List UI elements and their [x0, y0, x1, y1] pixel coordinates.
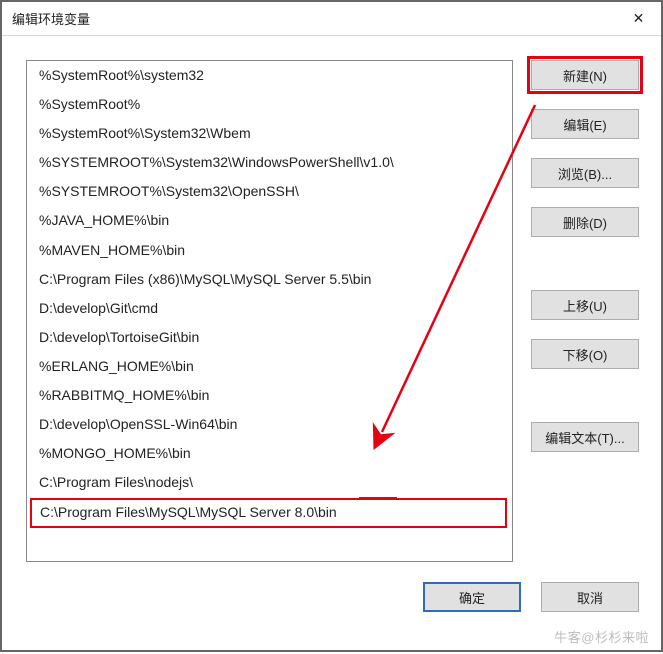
moveup-button[interactable]: 上移(U) [531, 290, 639, 320]
title-bar: 编辑环境变量 ✕ [2, 2, 661, 36]
path-list-item[interactable]: %SystemRoot% [27, 90, 512, 119]
cancel-button[interactable]: 取消 [541, 582, 639, 612]
ok-button[interactable]: 确定 [423, 582, 521, 612]
path-list-item[interactable]: %SystemRoot%\system32 [27, 61, 512, 90]
path-list-item[interactable]: D:\develop\Git\cmd [27, 294, 512, 323]
edittext-button[interactable]: 编辑文本(T)... [531, 422, 639, 452]
content-area: %SystemRoot%\system32%SystemRoot%%System… [2, 36, 661, 582]
path-list-item[interactable]: C:\Program Files\MySQL\MySQL Server 8.0\… [30, 498, 507, 527]
window-title: 编辑环境变量 [12, 9, 90, 28]
path-list-item[interactable]: C:\Program Files (x86)\MySQL\MySQL Serve… [27, 265, 512, 294]
path-list-item[interactable]: C:\Program Files\nodejs\ [27, 468, 512, 497]
path-list-item[interactable]: %SYSTEMROOT%\System32\WindowsPowerShell\… [27, 148, 512, 177]
bottom-bar: 确定 取消 [2, 582, 661, 636]
new-button[interactable]: 新建(N) [531, 60, 639, 90]
movedown-button[interactable]: 下移(O) [531, 339, 639, 369]
edit-button[interactable]: 编辑(E) [531, 109, 639, 139]
close-icon: ✕ [633, 10, 645, 27]
close-button[interactable]: ✕ [616, 2, 661, 36]
path-list-item[interactable]: %SYSTEMROOT%\System32\OpenSSH\ [27, 177, 512, 206]
side-buttons: 新建(N) 编辑(E) 浏览(B)... 删除(D) 上移(U) 下移(O) 编… [531, 60, 639, 562]
path-list-item[interactable]: D:\develop\TortoiseGit\bin [27, 323, 512, 352]
path-list-item[interactable]: %MAVEN_HOME%\bin [27, 236, 512, 265]
annotation-underline [359, 497, 397, 500]
browse-button[interactable]: 浏览(B)... [531, 158, 639, 188]
path-list-item[interactable]: %MONGO_HOME%\bin [27, 439, 512, 468]
path-list-item[interactable]: %JAVA_HOME%\bin [27, 206, 512, 235]
delete-button[interactable]: 删除(D) [531, 207, 639, 237]
path-listbox[interactable]: %SystemRoot%\system32%SystemRoot%%System… [26, 60, 513, 562]
path-list-item[interactable]: %SystemRoot%\System32\Wbem [27, 119, 512, 148]
path-list-item[interactable]: %ERLANG_HOME%\bin [27, 352, 512, 381]
path-list-item[interactable]: D:\develop\OpenSSL-Win64\bin [27, 410, 512, 439]
path-list-item[interactable]: %RABBITMQ_HOME%\bin [27, 381, 512, 410]
